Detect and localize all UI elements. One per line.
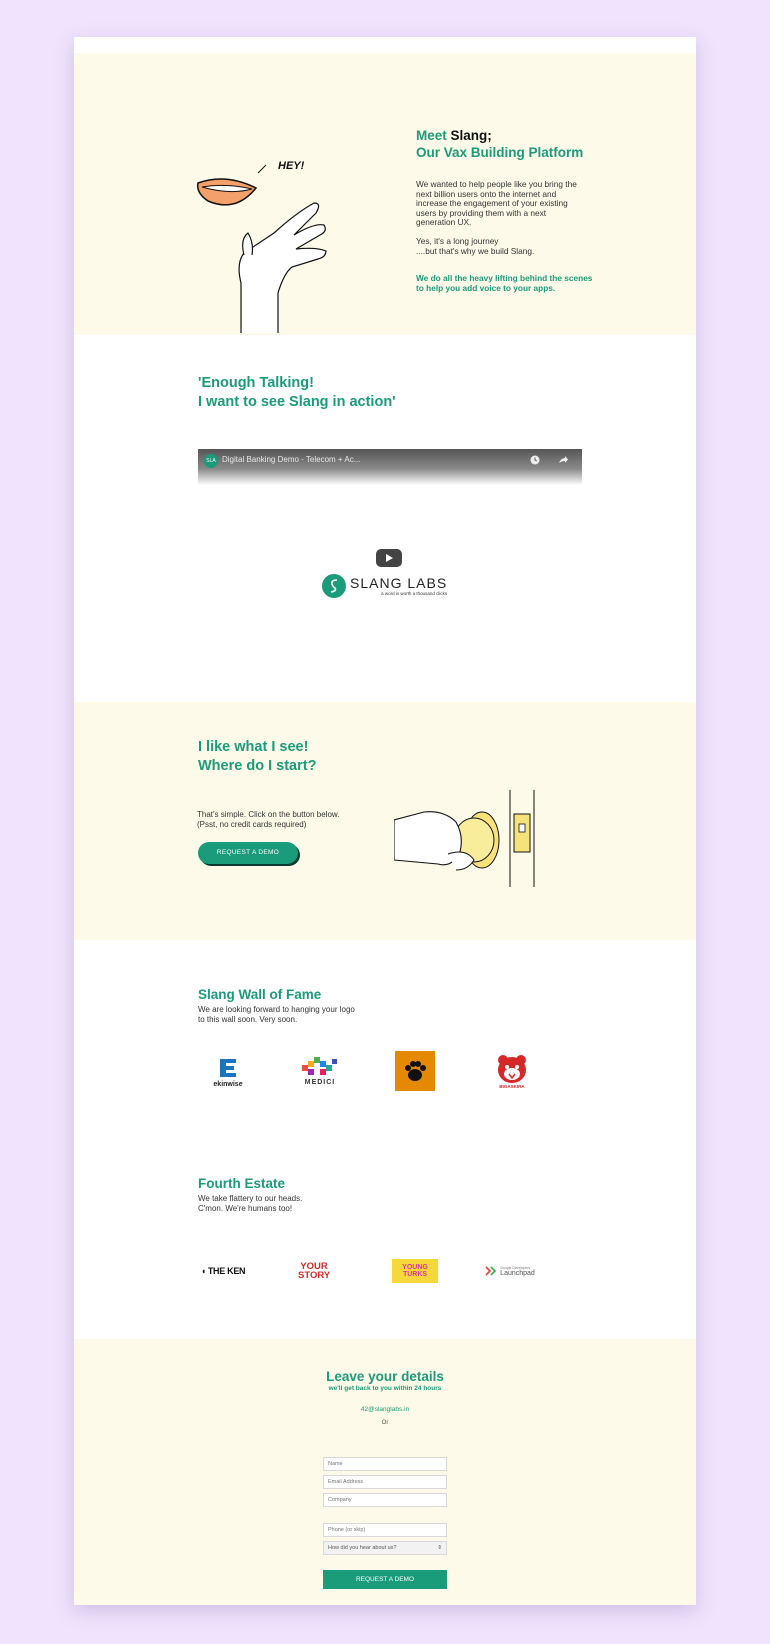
medici-blocks-icon — [302, 1056, 337, 1075]
fame-text-line: to this wall soon. Very soon. — [198, 1014, 298, 1024]
door-knob-illustration — [394, 790, 535, 887]
paw-logo — [395, 1051, 435, 1091]
video-title-line: 'Enough Talking! — [198, 375, 314, 391]
bigaskira-logo: BIGASKIRA — [492, 1049, 532, 1093]
start-section-title: I like what I see! Where do I start? — [198, 738, 316, 776]
ekinwise-logo: ekinwise — [206, 1051, 250, 1091]
submit-request-demo-button[interactable]: REQUEST A DEMO — [323, 1570, 447, 1589]
hey-speech-text: HEY! — [278, 160, 305, 172]
bigaskira-wordmark: BIGASKIRA — [499, 1083, 525, 1089]
slang-labs-tagline: a word is worth a thousand clicks — [381, 591, 448, 596]
the-ken-mark-icon: ◖ — [200, 1266, 206, 1276]
launchpad-small-text: Google Developers — [500, 1265, 531, 1270]
landing-page: HEY! Meet Slang; Our Vax Building Platfo… — [74, 37, 696, 1605]
hero-title: Meet Slang; Our Vax Building Platform — [416, 127, 583, 161]
select-arrows-icon: ⇕ — [437, 1545, 442, 1551]
get-started-section: I like what I see! Where do I start? Tha… — [74, 702, 696, 940]
start-title-line: I like what I see! — [198, 739, 309, 755]
start-title-line: Where do I start? — [198, 758, 317, 774]
launchpad-logo: Google Developers Launchpad — [484, 1261, 536, 1281]
contact-section: Leave your details we'll get back to you… — [74, 1339, 696, 1605]
hero-paragraph-3: We do all the heavy lifting behind the s… — [416, 273, 592, 293]
contact-email-link[interactable]: 42@slanglabs.in — [74, 1406, 696, 1413]
the-ken-wordmark: THE KEN — [207, 1266, 246, 1276]
yourstory-wordmark: YOUR STORY — [298, 1261, 331, 1281]
contact-heading: Leave your details we'll get back to you… — [74, 1369, 696, 1426]
name-input[interactable] — [323, 1457, 447, 1471]
medici-logo: MEDICI — [300, 1053, 340, 1089]
video-title[interactable]: Digital Banking Demo - Telecom + Ac... — [222, 455, 360, 464]
play-button-icon[interactable] — [376, 549, 402, 567]
referral-source-select[interactable]: How did you hear about us? ⇕ — [323, 1541, 447, 1555]
hero-para3-line: to help you add voice to your apps. — [416, 282, 556, 293]
tiger-face-icon — [498, 1054, 526, 1083]
fourth-estate-text-line: C'mon. We're humans too! — [198, 1203, 293, 1213]
request-demo-button[interactable]: REQUEST A DEMO — [198, 842, 298, 864]
young-turks-wordmark: YOUNG TURKS — [402, 1264, 428, 1278]
slang-labs-wordmark: SLANG LABS — [350, 575, 448, 591]
phone-input[interactable] — [323, 1523, 447, 1537]
fourth-estate-text-line: We take flattery to our heads. — [198, 1194, 303, 1203]
hero-title-meet: Meet — [416, 128, 447, 143]
hero-paragraph-1: We wanted to help people like you bring … — [416, 179, 577, 228]
medici-wordmark: MEDICI — [304, 1078, 336, 1086]
referral-select-value: How did you hear about us? — [328, 1545, 397, 1551]
channel-avatar[interactable]: SLA — [204, 454, 218, 468]
yourstory-logo: YOUR STORY — [296, 1257, 332, 1285]
fame-text-line: We are looking forward to hanging your l… — [198, 1005, 355, 1014]
slang-labs-logo: SLANG LABS a word is worth a thousand cl… — [322, 574, 447, 598]
email-input[interactable] — [323, 1475, 447, 1489]
company-input[interactable] — [323, 1493, 447, 1507]
hero-para1-line: generation UX. — [416, 217, 472, 228]
watch-later-icon[interactable] — [530, 455, 540, 465]
launchpad-wordmark: Launchpad — [500, 1269, 535, 1277]
fourth-estate-heading: Fourth Estate We take flattery to our he… — [198, 1174, 302, 1213]
young-turks-logo: YOUNG TURKS — [392, 1259, 438, 1283]
wall-of-fame-heading: Slang Wall of Fame We are looking forwar… — [198, 985, 355, 1024]
ekinwise-wordmark: ekinwise — [213, 1080, 243, 1088]
the-ken-logo: ◖ THE KEN — [196, 1261, 250, 1281]
contact-title: Leave your details — [326, 1369, 444, 1384]
hero-section: HEY! Meet Slang; Our Vax Building Platfo… — [74, 53, 696, 335]
contact-subtitle: we'll get back to you within 24 hours — [328, 1385, 442, 1392]
hand-mouth-illustration — [196, 164, 327, 333]
hero-title-line2: Our Vax Building Platform — [416, 145, 584, 160]
youtube-video-embed[interactable]: SLA Digital Banking Demo - Telecom + Ac.… — [198, 449, 582, 655]
video-section-title: 'Enough Talking! I want to see Slang in … — [198, 374, 396, 412]
hero-title-brand: Slang; — [450, 128, 492, 143]
slang-logo-icon — [322, 574, 346, 598]
ekinwise-e-icon — [220, 1058, 236, 1077]
paw-icon — [405, 1061, 426, 1081]
start-text-line: (Psst, no credit cards required) — [197, 819, 307, 829]
video-top-bar: SLA Digital Banking Demo - Telecom + Ac.… — [198, 449, 582, 485]
hero-paragraph-2: Yes, it's a long journey ....but that's … — [416, 236, 535, 256]
or-separator: Or — [381, 1420, 389, 1426]
fourth-estate-title: Fourth Estate — [198, 1176, 286, 1191]
hero-para2-line: ....but that's why we build Slang. — [416, 245, 535, 256]
start-text-line: That's simple. Click on the button below… — [197, 810, 340, 819]
share-icon[interactable] — [558, 455, 568, 465]
fame-title: Slang Wall of Fame — [198, 987, 322, 1002]
launchpad-chevrons-icon — [485, 1266, 497, 1276]
video-title-line: I want to see Slang in action' — [198, 394, 396, 410]
start-section-text: That's simple. Click on the button below… — [197, 810, 340, 829]
